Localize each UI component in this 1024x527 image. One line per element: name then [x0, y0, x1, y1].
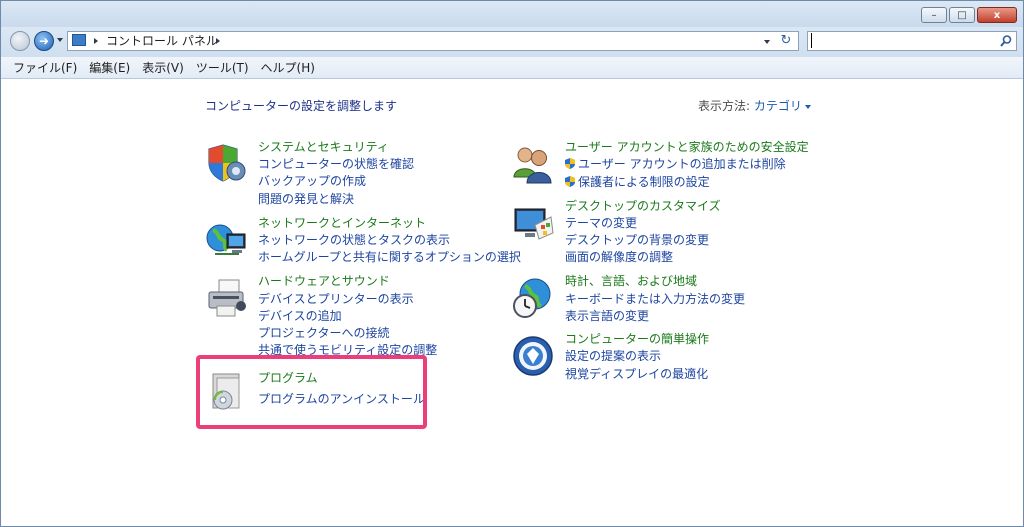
search-icon[interactable] — [999, 34, 1013, 48]
control-panel-window: – □ x ➜ コントロール パネル ↻ ファイル(F) 編集(E) 表示(V) — [0, 0, 1024, 527]
network-icon[interactable] — [205, 218, 249, 262]
menu-edit[interactable]: 編集(E) — [83, 57, 136, 78]
link-homegroup[interactable]: ホームグループと共有に関するオプションの選択 — [258, 249, 521, 265]
view-by-dropdown[interactable]: カテゴリ — [754, 99, 811, 113]
arrow-right-icon: ➜ — [38, 34, 50, 48]
back-button[interactable] — [10, 31, 30, 51]
link-check-status[interactable]: コンピューターの状態を確認 — [258, 156, 414, 172]
view-by-value[interactable]: カテゴリ — [754, 99, 802, 113]
title-bar: – □ x — [1, 1, 1023, 27]
category-appearance[interactable]: デスクトップのカスタマイズ — [565, 198, 721, 214]
menu-tools[interactable]: ツール(T) — [190, 57, 255, 78]
link-adjust-resolution[interactable]: 画面の解像度の調整 — [565, 249, 673, 265]
link-backup[interactable]: バックアップの作成 — [258, 173, 366, 189]
menu-bar: ファイル(F) 編集(E) 表示(V) ツール(T) ヘルプ(H) — [1, 57, 1023, 79]
maximize-button[interactable]: □ — [949, 7, 975, 23]
refresh-icon[interactable]: ↻ — [778, 33, 794, 49]
close-button[interactable]: x — [977, 7, 1017, 23]
address-bar[interactable]: コントロール パネル ↻ — [67, 31, 799, 51]
link-add-device[interactable]: デバイスの追加 — [258, 308, 342, 324]
category-ease-of-access[interactable]: コンピューターの簡単操作 — [565, 331, 709, 347]
chevron-down-icon[interactable] — [804, 104, 811, 109]
breadcrumb-arrow-icon[interactable] — [94, 38, 98, 44]
category-network-internet[interactable]: ネットワークとインターネット — [258, 215, 426, 231]
link-add-remove-accounts[interactable]: ユーザー アカウントの追加または削除 — [565, 156, 786, 172]
link-suggested-settings[interactable]: 設定の提案の表示 — [565, 348, 661, 364]
category-system-security[interactable]: システムとセキュリティ — [258, 139, 389, 155]
link-connect-projector[interactable]: プロジェクターへの接続 — [258, 325, 390, 341]
menu-view[interactable]: 表示(V) — [136, 57, 190, 78]
search-box[interactable] — [807, 31, 1017, 51]
menu-help[interactable]: ヘルプ(H) — [255, 57, 321, 78]
link-change-theme[interactable]: テーマの変更 — [565, 215, 637, 231]
breadcrumb-control-panel[interactable]: コントロール パネル — [106, 34, 218, 49]
link-change-keyboard[interactable]: キーボードまたは入力方法の変更 — [565, 291, 745, 307]
category-hardware-sound[interactable]: ハードウェアとサウンド — [258, 273, 390, 289]
recent-pages-dropdown-icon[interactable] — [57, 38, 63, 42]
link-devices-printers[interactable]: デバイスとプリンターの表示 — [258, 291, 414, 307]
control-panel-icon — [72, 34, 86, 46]
printer-icon[interactable] — [205, 276, 249, 320]
link-change-background[interactable]: デスクトップの背景の変更 — [565, 232, 709, 248]
view-by-label: 表示方法: — [698, 99, 751, 113]
search-input[interactable] — [811, 33, 992, 48]
category-clock-language-region[interactable]: 時計、言語、および地域 — [565, 273, 697, 289]
minimize-button[interactable]: – — [921, 7, 947, 23]
navigation-bar: ➜ コントロール パネル ↻ — [1, 27, 1023, 57]
uac-shield-icon — [565, 158, 575, 169]
breadcrumb-arrow-icon[interactable] — [216, 38, 220, 44]
clock-globe-icon[interactable] — [511, 276, 555, 320]
ease-of-access-icon[interactable] — [511, 334, 555, 378]
view-by: 表示方法: カテゴリ — [698, 97, 811, 114]
link-troubleshoot[interactable]: 問題の発見と解決 — [258, 191, 354, 207]
link-change-display-language[interactable]: 表示言語の変更 — [565, 308, 649, 324]
programs-highlight-box — [196, 355, 427, 429]
link-parental-controls[interactable]: 保護者による制限の設定 — [565, 174, 710, 190]
link-optimize-display[interactable]: 視覚ディスプレイの最適化 — [565, 366, 708, 382]
category-user-accounts[interactable]: ユーザー アカウントと家族のための安全設定 — [565, 139, 809, 155]
link-add-remove-accounts-label[interactable]: ユーザー アカウントの追加または削除 — [578, 157, 786, 171]
uac-shield-icon — [565, 176, 575, 187]
users-icon[interactable] — [511, 141, 555, 185]
window-controls: – □ x — [921, 7, 1017, 23]
desktop-icon[interactable] — [511, 203, 555, 247]
address-dropdown-icon[interactable] — [764, 40, 770, 44]
link-parental-controls-label[interactable]: 保護者による制限の設定 — [578, 175, 710, 189]
menu-file[interactable]: ファイル(F) — [7, 57, 83, 78]
main-content: コンピューターの設定を調整します 表示方法: カテゴリ システムとセキュリティ … — [1, 80, 1023, 526]
page-title: コンピューターの設定を調整します — [205, 99, 398, 113]
shield-icon[interactable] — [205, 141, 249, 185]
link-network-status[interactable]: ネットワークの状態とタスクの表示 — [258, 232, 450, 248]
forward-button[interactable]: ➜ — [34, 31, 54, 51]
